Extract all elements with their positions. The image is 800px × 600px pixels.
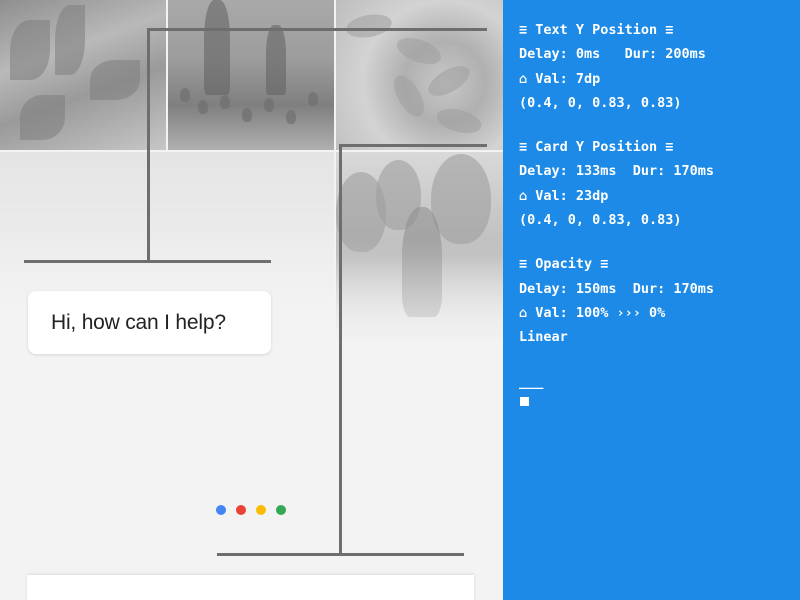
spec-opacity: ≡ Opacity ≡ Delay: 150ms Dur: 170ms ⌂ Va… xyxy=(519,252,800,349)
spec-value: ⌂ Val: 7dp xyxy=(519,70,601,87)
photo-plant[interactable] xyxy=(0,0,166,150)
spec-easing: Linear xyxy=(519,329,568,346)
spec-divider: ___ xyxy=(519,373,544,390)
spec-timing: Delay: 0ms Dur: 200ms xyxy=(519,46,706,63)
spec-title: ≡ Opacity ≡ xyxy=(519,256,609,273)
spec-timing: Delay: 133ms Dur: 170ms xyxy=(519,163,715,180)
leader-line xyxy=(147,28,487,31)
photo-tulips[interactable] xyxy=(168,0,334,150)
bottom-card[interactable] xyxy=(27,575,474,600)
animation-spec-panel: ≡ Text Y Position ≡ Delay: 0ms Dur: 200m… xyxy=(503,0,800,600)
red-dot xyxy=(236,505,246,515)
spec-title: ≡ Text Y Position ≡ xyxy=(519,22,674,38)
spec-easing: (0.4, 0, 0.83, 0.83) xyxy=(519,94,682,111)
assistant-greeting-card[interactable]: Hi, how can I help? xyxy=(28,291,271,354)
spec-timing: Delay: 150ms Dur: 170ms xyxy=(519,280,715,297)
leader-line xyxy=(24,260,271,263)
phone-screen: Hi, how can I help? xyxy=(0,0,503,600)
blue-dot xyxy=(216,505,226,515)
green-dot xyxy=(276,505,286,515)
spec-easing: (0.4, 0, 0.83, 0.83) xyxy=(519,212,682,229)
spec-text-y-position: ≡ Text Y Position ≡ Delay: 0ms Dur: 200m… xyxy=(519,18,800,115)
leader-line xyxy=(147,28,150,262)
spec-value: ⌂ Val: 23dp xyxy=(519,187,609,204)
cursor-block-icon xyxy=(520,396,529,406)
spec-title: ≡ Card Y Position ≡ xyxy=(519,139,674,156)
spec-value: ⌂ Val: 100% ››› 0% xyxy=(519,304,666,321)
leader-line xyxy=(339,144,342,556)
leader-line xyxy=(217,553,464,556)
yellow-dot xyxy=(256,505,266,515)
assistant-dots xyxy=(216,505,286,515)
greeting-text: Hi, how can I help? xyxy=(51,310,226,334)
leader-line xyxy=(339,144,487,147)
photo-flower[interactable] xyxy=(336,0,503,150)
spec-card-y-position: ≡ Card Y Position ≡ Delay: 133ms Dur: 17… xyxy=(519,135,800,232)
